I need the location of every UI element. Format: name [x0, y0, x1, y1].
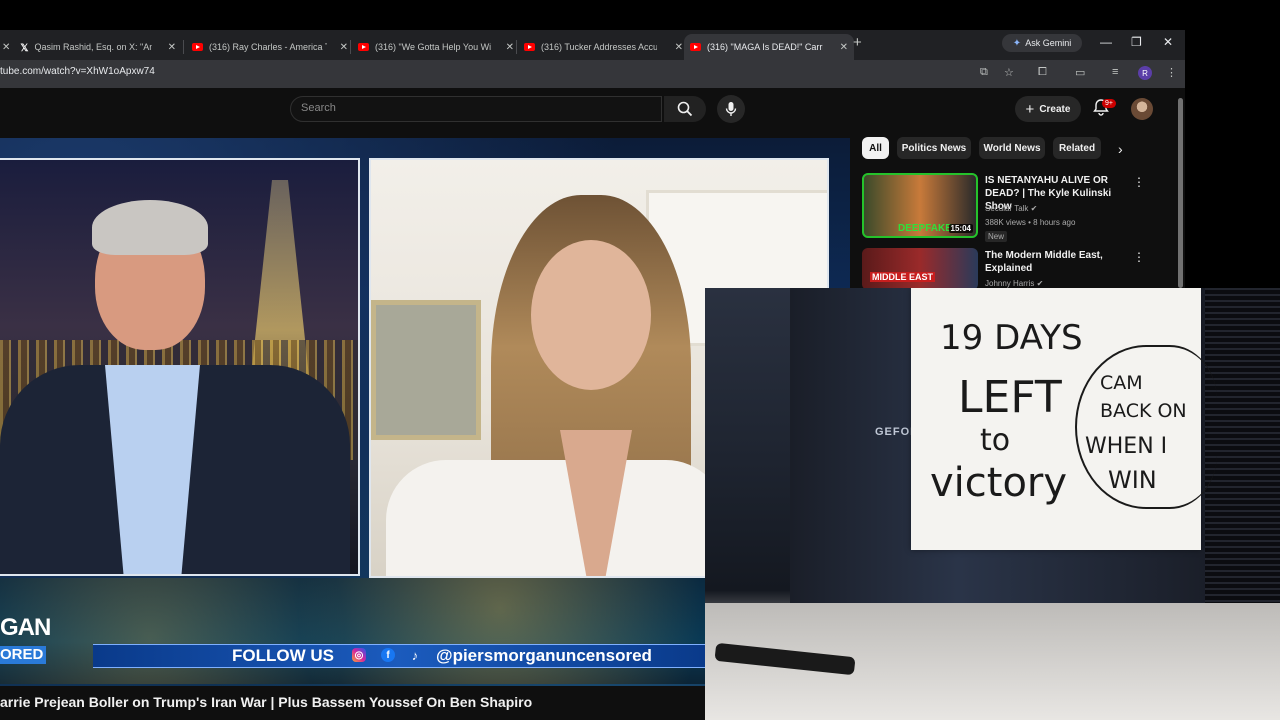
- tab-separator: [350, 40, 351, 54]
- close-window-icon[interactable]: ✕: [1163, 35, 1173, 49]
- browser-tab[interactable]: (316) "We Gotta Help You Win!" ✕: [352, 34, 520, 60]
- minimize-icon[interactable]: —: [1100, 35, 1112, 49]
- instagram-icon: ◎: [352, 648, 366, 662]
- ask-gemini-label: Ask Gemini: [1025, 38, 1072, 48]
- search-placeholder: Search: [301, 102, 336, 114]
- sign-line2: LEFT: [958, 372, 1062, 423]
- video-lower-third: [0, 578, 705, 684]
- search-input[interactable]: [290, 96, 662, 122]
- sign-line4: victory: [930, 460, 1068, 506]
- right-letterbox: [1185, 30, 1280, 290]
- youtube-icon: [358, 43, 369, 51]
- browser-menu-icon[interactable]: ⋮: [1166, 66, 1177, 79]
- verified-icon: ✔: [1030, 204, 1038, 213]
- verified-icon: ✔: [1036, 279, 1044, 288]
- sidebar-panel-icon[interactable]: ▭: [1075, 66, 1085, 79]
- note-line1: CAM: [1100, 372, 1143, 394]
- browser-tab-active[interactable]: (316) "MAGA Is DEAD!" Carrie P ✕: [684, 34, 854, 60]
- chip-related[interactable]: Related: [1053, 137, 1101, 159]
- more-options-icon[interactable]: ⋮: [1133, 175, 1145, 189]
- follow-label: FOLLOW US: [232, 646, 334, 665]
- tab-title: (316) "We Gotta Help You Win!": [375, 42, 491, 52]
- close-tab-icon[interactable]: ✕: [840, 42, 848, 53]
- more-options-icon[interactable]: ⋮: [1133, 250, 1145, 264]
- show-brand-line1: GAN: [0, 614, 51, 641]
- ask-gemini-button[interactable]: ✦ Ask Gemini: [1002, 34, 1082, 52]
- guest-face: [531, 240, 651, 390]
- new-badge: New: [985, 231, 1008, 242]
- top-letterbox: [0, 0, 1280, 30]
- video-title: arrie Prejean Boller on Trump's Iran War…: [0, 694, 533, 710]
- background-painting: [371, 300, 481, 440]
- channel-name[interactable]: Secular Talk ✔: [985, 204, 1037, 213]
- note-line3: WHEN I: [1085, 434, 1168, 459]
- recommendation-title[interactable]: The Modern Middle East, Explained: [985, 249, 1127, 275]
- create-label: Create: [1039, 103, 1071, 115]
- x-icon: 𝕏: [20, 43, 29, 54]
- thumbnail-text: DEEPFAKE: [898, 223, 952, 234]
- close-tab-icon[interactable]: ✕: [168, 42, 176, 53]
- video-meta: 388K views • 8 hours ago: [985, 218, 1076, 227]
- new-tab-button[interactable]: +: [853, 34, 862, 51]
- close-tab-icon[interactable]: ✕: [340, 42, 348, 53]
- show-brand-line2: ORED: [0, 646, 46, 664]
- close-tab-icon[interactable]: ✕: [2, 42, 10, 53]
- notification-badge: 9+: [1102, 99, 1116, 108]
- chip-politics-news[interactable]: Politics News: [897, 137, 971, 159]
- bookmark-star-icon[interactable]: ☆: [1004, 66, 1014, 79]
- youtube-icon: [192, 43, 203, 51]
- chevron-right-icon[interactable]: ›: [1118, 141, 1123, 157]
- plus-icon: +: [1025, 100, 1035, 118]
- scrollbar-thumb[interactable]: [1178, 98, 1183, 288]
- channel-name-text: Johnny Harris: [985, 279, 1035, 288]
- tab-title: (316) "MAGA Is DEAD!" Carrie P: [707, 42, 823, 52]
- video-thumbnail[interactable]: DEEPFAKE 15:04: [862, 173, 978, 238]
- media-controls-icon[interactable]: ≡: [1112, 66, 1118, 78]
- create-button[interactable]: + Create: [1015, 96, 1081, 122]
- host-hair: [92, 200, 208, 255]
- youtube-icon: [524, 43, 535, 51]
- video-thumbnail[interactable]: MIDDLE EAST: [862, 248, 978, 290]
- gemini-sparkle-icon: ✦: [1012, 37, 1022, 49]
- voice-search-button[interactable]: [717, 95, 745, 123]
- close-tab-icon[interactable]: ✕: [675, 42, 683, 53]
- profile-avatar[interactable]: R: [1138, 66, 1152, 80]
- extensions-icon[interactable]: ⧠: [1038, 66, 1047, 79]
- facebook-icon: f: [381, 648, 395, 662]
- microphone-icon: [725, 102, 737, 116]
- url-field[interactable]: tube.com/watch?v=XhW1oApxw74: [0, 66, 155, 77]
- channel-name-text: Secular Talk: [985, 204, 1029, 213]
- tab-title: (316) Tucker Addresses Accusat: [541, 42, 657, 52]
- restore-icon[interactable]: ❐: [1131, 35, 1142, 49]
- tab-title: (316) Ray Charles - America Th: [209, 42, 327, 52]
- browser-tab[interactable]: (316) Ray Charles - America Th ✕: [186, 34, 354, 60]
- thumbnail-text: MIDDLE EAST: [870, 272, 936, 282]
- note-line2: BACK ON: [1100, 400, 1187, 422]
- browser-tab[interactable]: (316) Tucker Addresses Accusat ✕: [518, 34, 689, 60]
- tab-title: Qasim Rashid, Esq. on X: "An u: [34, 42, 153, 52]
- duration-badge: 15:04: [948, 224, 973, 233]
- install-app-icon[interactable]: ⧉: [980, 66, 988, 79]
- sign-line3: to: [980, 423, 1011, 458]
- tab-separator: [516, 40, 517, 54]
- close-tab-icon[interactable]: ✕: [506, 42, 514, 53]
- guest-jacket: [386, 460, 726, 576]
- channel-name[interactable]: Johnny Harris ✔: [985, 279, 1043, 288]
- video-host-panel: [0, 158, 360, 576]
- chip-world-news[interactable]: World News: [979, 137, 1045, 159]
- search-button[interactable]: [664, 96, 706, 122]
- tiktok-icon: ♪: [411, 647, 419, 663]
- youtube-icon: [690, 43, 701, 51]
- browser-tab[interactable]: ✕ 𝕏 Qasim Rashid, Esq. on X: "An u ✕: [0, 34, 182, 60]
- sign-line1: 19 DAYS: [940, 318, 1083, 358]
- account-avatar[interactable]: [1131, 98, 1153, 120]
- chip-all[interactable]: All: [862, 137, 889, 159]
- search-icon: [677, 101, 693, 117]
- tab-separator: [183, 40, 184, 54]
- social-handle: @piersmorganuncensored: [436, 646, 652, 665]
- note-line4: WIN: [1108, 466, 1157, 494]
